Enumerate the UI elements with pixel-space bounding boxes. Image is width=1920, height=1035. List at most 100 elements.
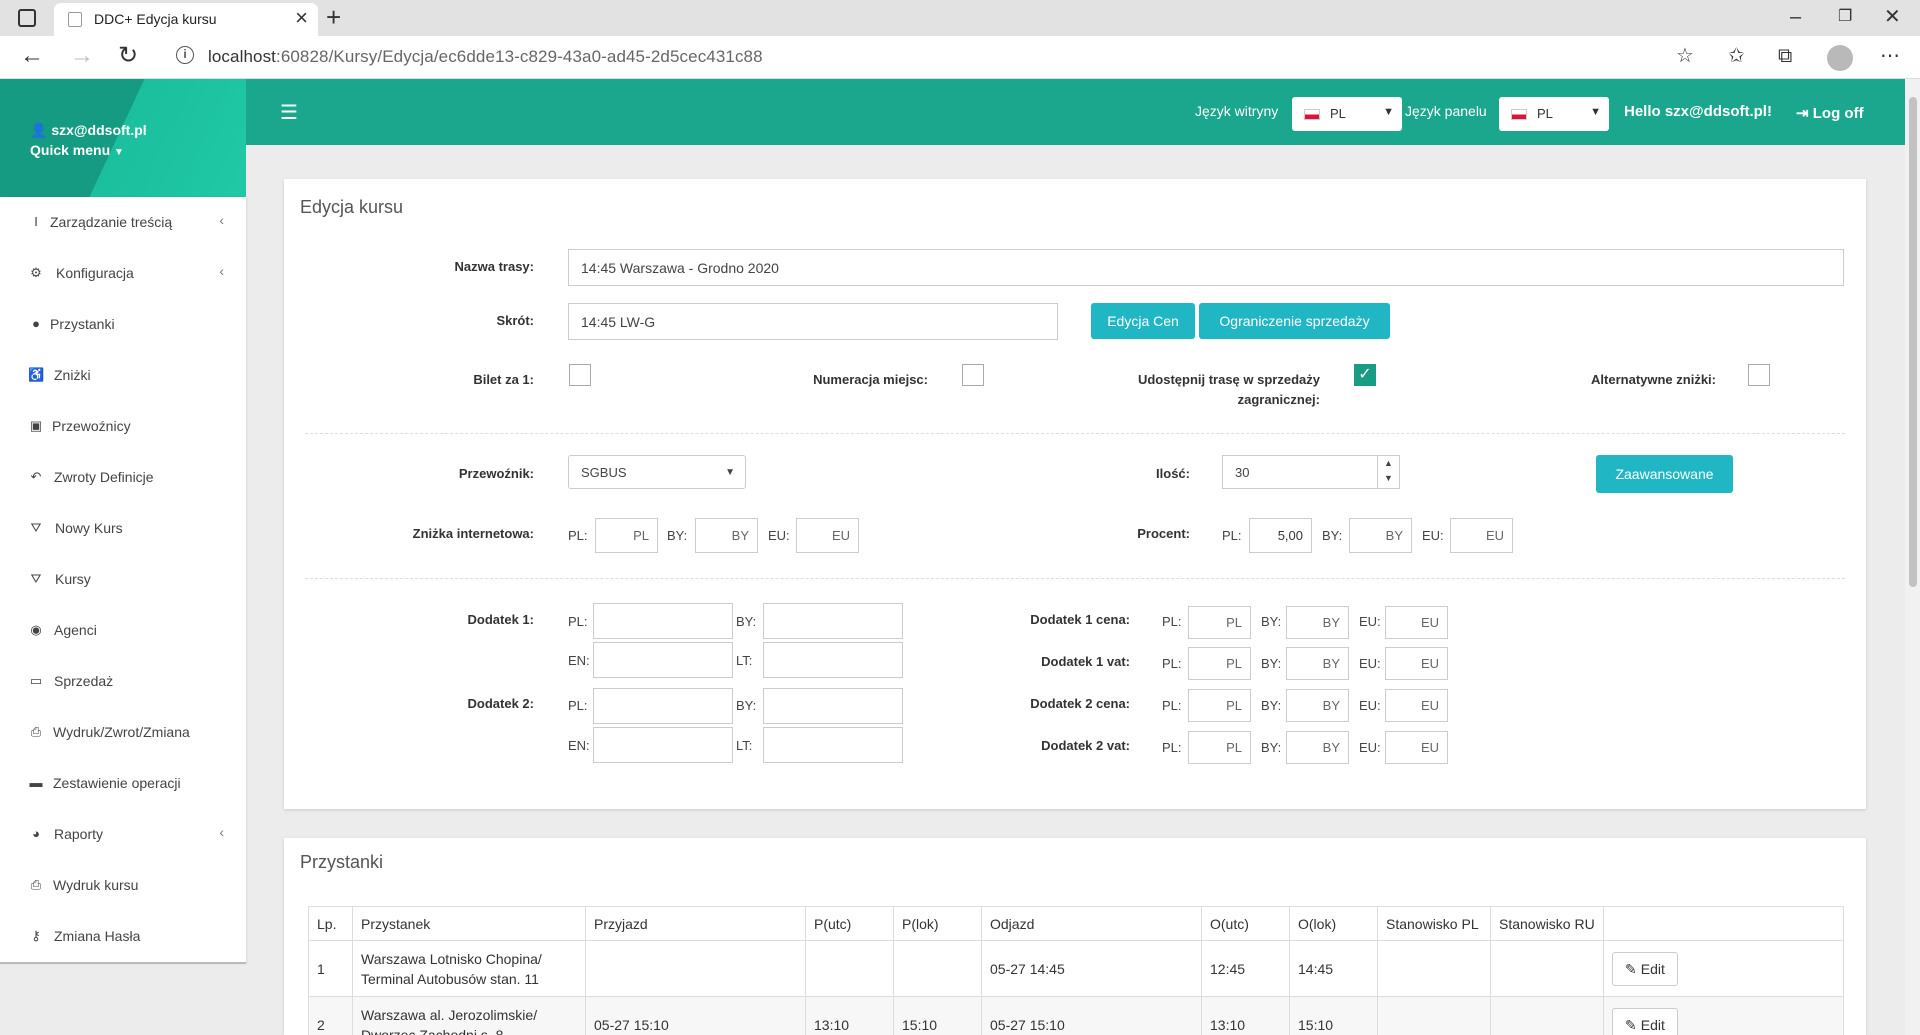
- edit-stop-button[interactable]: ✎ Edit: [1612, 951, 1678, 986]
- sidebar-item-label: Agenci: [54, 622, 97, 638]
- window-close-icon[interactable]: ✕: [1884, 2, 1901, 32]
- folder-icon: ▬: [29, 775, 43, 790]
- site-lang-select[interactable]: PL ▼: [1292, 97, 1402, 131]
- sidebar-item-zwroty-definicje[interactable]: ↶ Zwroty Definicje: [0, 452, 246, 503]
- sidebar-item-sprzedaz[interactable]: ▭ Sprzedaż: [0, 656, 246, 707]
- sale-limit-button[interactable]: Ograniczenie sprzedaży: [1199, 303, 1390, 339]
- forward-icon[interactable]: →: [70, 41, 94, 71]
- extra1-en-input[interactable]: [593, 642, 733, 678]
- percent-pl-input[interactable]: 5,00: [1249, 518, 1312, 553]
- sidebar-item-raporty[interactable]: ◕ Raporty ‹: [0, 809, 246, 860]
- extra1-price-eu-input[interactable]: EU: [1385, 606, 1448, 639]
- page-scrollbar[interactable]: [1905, 79, 1920, 1035]
- stepper-arrows-icon[interactable]: ▲ ▼: [1377, 456, 1399, 488]
- sidebar-item-przewoznicy[interactable]: ▣ Przewoźnicy: [0, 401, 246, 452]
- sidebar-item-kursy[interactable]: ⛛ Kursy: [0, 554, 246, 605]
- eu-label: EU:: [1359, 656, 1381, 671]
- panel-lang-select[interactable]: PL ▼: [1499, 97, 1609, 131]
- sidebar-item-label: Zniżki: [54, 367, 91, 383]
- extra1-lt-input[interactable]: [763, 642, 903, 678]
- internet-discount-by-input[interactable]: BY: [695, 518, 758, 553]
- section-divider: [305, 578, 1845, 579]
- hello-user[interactable]: Hello szx@ddsoft.pl!: [1624, 103, 1772, 120]
- ticket-for-1-checkbox[interactable]: [569, 364, 591, 386]
- extra2-en-input[interactable]: [593, 727, 733, 763]
- edit-prices-button[interactable]: Edycja Cen: [1091, 303, 1195, 339]
- extra1-vat-eu-input[interactable]: EU: [1385, 647, 1448, 680]
- short-name-label: Skrót:: [496, 313, 534, 328]
- browser-tab-strip: DDC+ Edycja kursu × + – ❐ ✕: [0, 0, 1920, 36]
- extra2-vat-by-input[interactable]: BY: [1286, 731, 1349, 764]
- sidebar-item-wydruk-zwrot-zmiana[interactable]: ⎙ Wydruk/Zwrot/Zmiana: [0, 707, 246, 758]
- tab-title: DDC+ Edycja kursu: [94, 11, 217, 27]
- dropdown-caret-icon: ▼: [1590, 106, 1601, 118]
- extra2-pl-input[interactable]: [593, 688, 733, 724]
- extra2-price-pl-input[interactable]: PL: [1188, 689, 1251, 722]
- tab-actions-icon[interactable]: [18, 9, 36, 27]
- seat-numbering-checkbox[interactable]: [962, 364, 984, 386]
- back-icon[interactable]: ←: [20, 41, 44, 71]
- browser-tab-active[interactable]: DDC+ Edycja kursu ×: [54, 3, 318, 36]
- extra2-lt-input[interactable]: [763, 727, 903, 763]
- undo-icon: ↶: [30, 469, 42, 484]
- share-route-checkbox[interactable]: ✓: [1354, 364, 1376, 386]
- short-name-input[interactable]: 14:45 LW-G: [568, 303, 1058, 340]
- sidebar-item-zarzadzanie-trescia[interactable]: I Zarządzanie treścią ‹: [0, 197, 246, 248]
- quick-menu-toggle[interactable]: Quick menu ▼: [30, 142, 124, 158]
- url-field[interactable]: i localhost:60828/Kursy/Edycja/ec6dde13-…: [160, 40, 1712, 73]
- percent-by-input[interactable]: BY: [1349, 518, 1412, 553]
- minimize-icon[interactable]: –: [1790, 2, 1801, 32]
- favorites-icon[interactable]: ✩: [1728, 41, 1745, 71]
- profile-avatar[interactable]: [1827, 45, 1853, 71]
- sidebar-item-zmiana-hasla[interactable]: ⚷ Zmiana Hasła: [0, 911, 246, 962]
- extra2-vat-pl-input[interactable]: PL: [1188, 731, 1251, 764]
- by-label: BY:: [736, 698, 757, 713]
- sidebar-item-agenci[interactable]: ◉ Agenci: [0, 605, 246, 656]
- collections-icon[interactable]: ⧉: [1778, 41, 1792, 71]
- internet-discount-eu-input[interactable]: EU: [796, 518, 859, 553]
- extra1-vat-pl-input[interactable]: PL: [1188, 647, 1251, 680]
- sidebar-item-nowy-kurs[interactable]: ⛛ Nowy Kurs: [0, 503, 246, 554]
- logoff-link[interactable]: ⇥ Log off: [1796, 104, 1864, 122]
- sidebar-item-znizki[interactable]: ♿ Zniżki: [0, 350, 246, 401]
- sidebar-item-przystanki[interactable]: ● Przystanki: [0, 299, 246, 350]
- more-menu-icon[interactable]: ⋯: [1880, 41, 1900, 71]
- extra1-pl-input[interactable]: [593, 603, 733, 639]
- route-name-input[interactable]: 14:45 Warszawa - Grodno 2020: [568, 249, 1844, 286]
- internet-discount-pl-input[interactable]: PL: [595, 518, 658, 553]
- hamburger-menu-icon[interactable]: ☰: [280, 100, 298, 125]
- share-route-label-2: zagranicznej:: [1237, 392, 1320, 407]
- site-info-icon[interactable]: i: [176, 46, 194, 64]
- url-text: localhost:60828/Kursy/Edycja/ec6dde13-c8…: [208, 47, 763, 66]
- col-header: Lp.: [308, 906, 353, 941]
- new-tab-icon[interactable]: +: [326, 0, 341, 34]
- refresh-icon[interactable]: ↻: [118, 41, 138, 71]
- sidebar-item-wydruk-kursu[interactable]: ⎙ Wydruk kursu: [0, 860, 246, 911]
- sidebar-item-zestawienie-operacji[interactable]: ▬ Zestawienie operacji: [0, 758, 246, 809]
- alt-discounts-checkbox[interactable]: [1748, 364, 1770, 386]
- panel-lang-value: PL: [1537, 106, 1553, 121]
- advanced-button[interactable]: Zaawansowane: [1596, 455, 1733, 493]
- edit-stop-button[interactable]: ✎ Edit: [1612, 1007, 1678, 1035]
- carrier-select[interactable]: SGBUS ▼: [568, 455, 746, 489]
- scrollbar-thumb[interactable]: [1909, 97, 1917, 587]
- maximize-icon[interactable]: ❐: [1838, 2, 1852, 32]
- site-lang-label: Język witryny: [1195, 103, 1279, 119]
- eu-label: EU:: [1359, 698, 1381, 713]
- extra2-price-by-input[interactable]: BY: [1286, 689, 1349, 722]
- eu-label: EU:: [1359, 740, 1381, 755]
- extra2-price-label: Dodatek 2 cena:: [1030, 696, 1130, 711]
- extra1-by-input[interactable]: [763, 603, 903, 639]
- extra1-price-by-input[interactable]: BY: [1286, 606, 1349, 639]
- quantity-stepper[interactable]: 30 ▲ ▼: [1222, 455, 1400, 489]
- extra1-price-pl-input[interactable]: PL: [1188, 606, 1251, 639]
- extra1-vat-by-input[interactable]: BY: [1286, 647, 1349, 680]
- extra2-price-eu-input[interactable]: EU: [1385, 689, 1448, 722]
- sidebar-item-konfiguracja[interactable]: ⚙ Konfiguracja ‹: [0, 248, 246, 299]
- add-favorite-icon[interactable]: ☆: [1676, 41, 1694, 71]
- extra2-vat-eu-input[interactable]: EU: [1385, 731, 1448, 764]
- extra2-by-input[interactable]: [763, 688, 903, 724]
- percent-eu-input[interactable]: EU: [1450, 518, 1513, 553]
- tab-close-icon[interactable]: ×: [295, 6, 308, 30]
- cell-stop: Warszawa Lotnisko Chopina/Terminal Autob…: [352, 940, 586, 997]
